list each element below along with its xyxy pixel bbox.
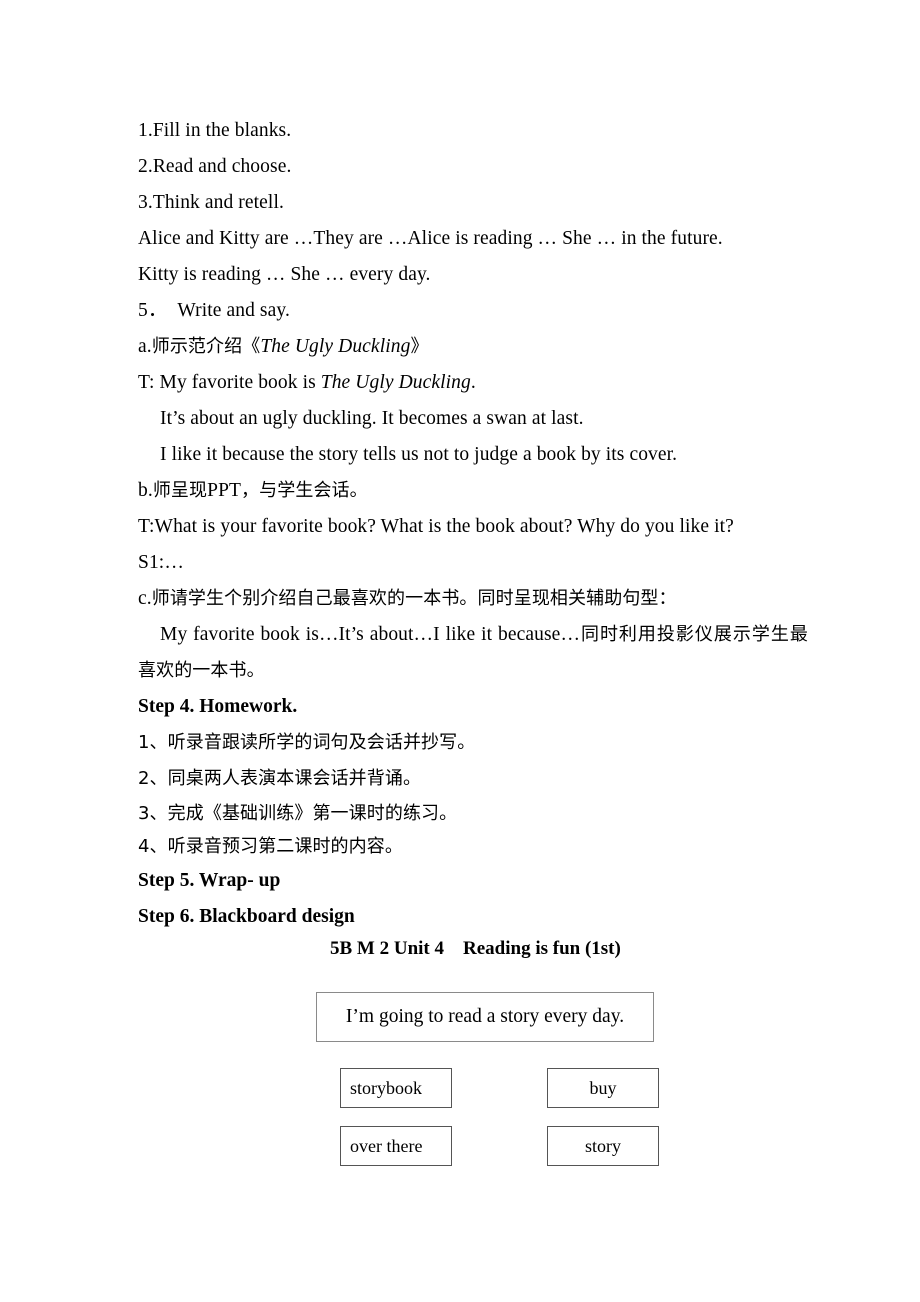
- teacher-model-line-3: I like it because the story tells us not…: [160, 444, 678, 465]
- activity-item-3: 3.Think and retell.: [138, 192, 284, 213]
- step-b-latin: PPT: [207, 480, 242, 501]
- teacher-model-line-2: It’s about an ugly duckling. It becomes …: [160, 408, 584, 429]
- teacher-model-prefix: T: My favorite book is: [138, 372, 321, 393]
- sentence-frames-chinese: 同时利用投影仪展示学生最: [580, 624, 808, 645]
- book-title-ugly-duckling: The Ugly Duckling: [260, 336, 411, 357]
- write-and-say-heading: 5． Write and say.: [138, 293, 788, 329]
- blackboard-design-title: 5B M 2 Unit 4 Reading is fun (1st): [330, 938, 621, 959]
- homework-item-3: 3、完成《基础训练》第一课时的练习。: [138, 803, 458, 824]
- step-5-heading: Step 5. Wrap- up: [138, 870, 281, 891]
- blackboard-main-sentence-text: I’m going to read a story every day.: [345, 1006, 625, 1027]
- step-c-prefix: c.: [138, 588, 152, 609]
- homework-item-4: 4、听录音预习第二课时的内容。: [138, 836, 403, 857]
- word-card-story-label: story: [585, 1135, 621, 1156]
- step-a-prefix: a.: [138, 336, 152, 357]
- step-a-line: a.师示范介绍《The Ugly Duckling》: [138, 329, 788, 365]
- student-answer-line: S1:…: [138, 552, 184, 573]
- step-4-heading: Step 4. Homework.: [138, 696, 298, 717]
- sentence-frames-line: My favorite book is…It’s about…I like it…: [138, 617, 808, 653]
- activity-item-2: 2.Read and choose.: [138, 156, 292, 177]
- step-b-chinese-1: 师呈现: [152, 480, 208, 501]
- teacher-model-suffix: .: [470, 372, 476, 393]
- step-b-prefix: b.: [138, 480, 153, 501]
- step-c-line: c.师请学生个别介绍自己最喜欢的一本书。同时呈现相关辅助句型：: [138, 581, 788, 617]
- sentence-frames-latin: My favorite book is…It’s about…I like it…: [160, 624, 581, 645]
- blackboard-main-sentence-box: I’m going to read a story every day.: [316, 992, 654, 1042]
- step-c-chinese: 师请学生个别介绍自己最喜欢的一本书。同时呈现相关辅助句型：: [151, 588, 677, 609]
- book-bracket-open: 《: [242, 336, 261, 357]
- word-card-buy-label: buy: [589, 1077, 617, 1098]
- sentence-frames-wrap-line: 喜欢的一本书。: [138, 660, 265, 681]
- word-card-over-there: over there: [340, 1126, 452, 1166]
- document-page: 1.Fill in the blanks. 2.Read and choose.…: [0, 0, 920, 1302]
- activity-item-1: 1.Fill in the blanks.: [138, 120, 292, 141]
- word-card-buy: buy: [547, 1068, 659, 1108]
- book-bracket-close: 》: [410, 336, 429, 357]
- step-a-chinese: 师示范介绍: [151, 336, 243, 357]
- teacher-model-line-1: T: My favorite book is The Ugly Duckling…: [138, 365, 788, 401]
- homework-item-2: 2、同桌两人表演本课会话并背诵。: [138, 768, 422, 789]
- teacher-model-book-title: The Ugly Duckling: [320, 372, 471, 393]
- homework-item-1: 1、听录音跟读所学的词句及会话并抄写。: [138, 732, 476, 753]
- retell-prompt-line-1: Alice and Kitty are …They are …Alice is …: [138, 228, 723, 249]
- write-and-say-label: Write and say.: [177, 300, 290, 321]
- retell-prompt-line-2: Kitty is reading … She … every day.: [138, 264, 431, 285]
- teacher-questions-line: T:What is your favorite book? What is th…: [138, 516, 734, 537]
- step-6-heading: Step 6. Blackboard design: [138, 906, 355, 927]
- write-and-say-number: 5．: [138, 300, 168, 321]
- lesson-plan-body: 1.Fill in the blanks. 2.Read and choose.…: [138, 113, 808, 935]
- word-card-storybook-label: storybook: [350, 1077, 422, 1098]
- step-b-line: b.师呈现PPT，与学生会话。: [138, 473, 788, 509]
- word-card-over-there-label: over there: [350, 1135, 423, 1156]
- step-b-chinese-2: ，与学生会话。: [241, 480, 368, 501]
- word-card-storybook: storybook: [340, 1068, 452, 1108]
- word-card-story: story: [547, 1126, 659, 1166]
